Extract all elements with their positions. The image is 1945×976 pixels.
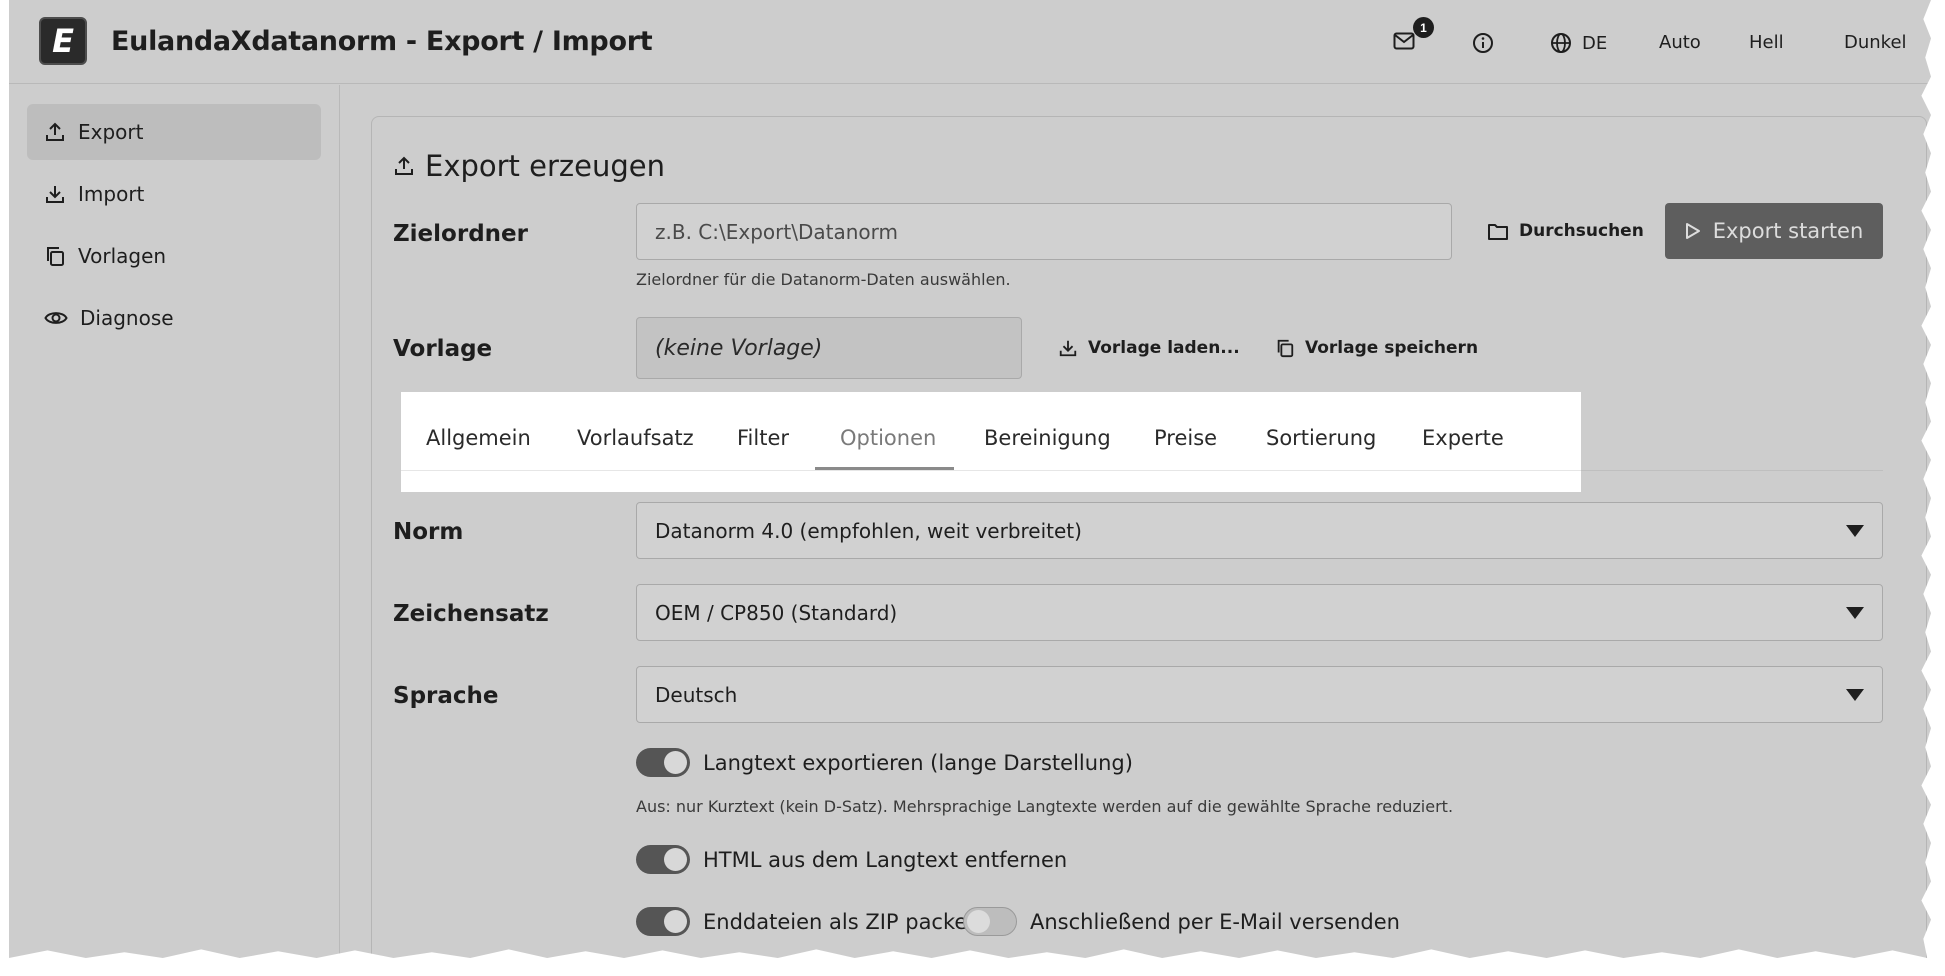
copy-icon: [47, 247, 64, 266]
longtext-toggle-label: Langtext exportieren (lange Darstellung): [703, 750, 1133, 775]
tab-expert[interactable]: Experte: [1422, 426, 1504, 450]
zip-toggle-label: Enddateien als ZIP packen: [703, 909, 981, 934]
eye-icon: [44, 312, 68, 324]
tab-filter[interactable]: Filter: [737, 426, 789, 450]
charset-value: OEM / CP850 (Standard): [655, 600, 898, 625]
template-label: Vorlage: [393, 336, 493, 362]
longtext-helper: Aus: nur Kurztext (kein D-Satz). Mehrspr…: [636, 797, 1454, 816]
section-title: Export erzeugen: [393, 149, 665, 183]
save-template-label: Vorlage speichern: [1305, 338, 1479, 358]
info-button[interactable]: [1472, 32, 1494, 54]
charset-select[interactable]: OEM / CP850 (Standard): [636, 584, 1883, 641]
mail-button[interactable]: [1393, 32, 1415, 50]
section-title-text: Export erzeugen: [425, 149, 665, 183]
upload-icon: [46, 122, 64, 141]
chevron-down-icon: [1846, 607, 1864, 619]
copy-icon: [1277, 339, 1294, 358]
start-export-button[interactable]: Export starten: [1665, 203, 1883, 259]
norm-select[interactable]: Datanorm 4.0 (empfohlen, weit verbreitet…: [636, 502, 1883, 559]
target-folder-label: Zielordner: [393, 221, 528, 247]
sidebar-item-label: Import: [78, 182, 145, 206]
app-logo: E: [39, 17, 87, 65]
language-select[interactable]: Deutsch: [636, 666, 1883, 723]
upload-icon: [395, 156, 413, 175]
sidebar-item-export[interactable]: Export: [27, 104, 321, 160]
chevron-down-icon: [1846, 525, 1864, 537]
target-folder-input[interactable]: [655, 219, 1451, 244]
folder-icon: [1488, 223, 1508, 240]
tab-bar-divider-highlight: [401, 470, 1581, 471]
target-folder-field[interactable]: [636, 203, 1452, 260]
theme-auto-button[interactable]: Auto: [1659, 32, 1701, 53]
tab-cleanup[interactable]: Bereinigung: [984, 426, 1111, 450]
language-button[interactable]: DE: [1550, 32, 1607, 54]
longtext-toggle[interactable]: [636, 748, 690, 777]
template-field[interactable]: (keine Vorlage): [636, 317, 1022, 379]
sidebar-item-label: Export: [78, 120, 144, 144]
tab-prices[interactable]: Preise: [1154, 426, 1217, 450]
sidebar-item-templates[interactable]: Vorlagen: [27, 228, 321, 284]
sidebar-item-import[interactable]: Import: [27, 166, 321, 222]
charset-label: Zeichensatz: [393, 601, 549, 627]
theme-auto-label: Auto: [1659, 32, 1701, 53]
strip-html-toggle-row: HTML aus dem Langtext entfernen: [636, 845, 1067, 874]
tab-general[interactable]: Allgemein: [426, 426, 531, 450]
info-icon: [1473, 33, 1493, 53]
browse-label: Durchsuchen: [1519, 221, 1644, 241]
email-toggle[interactable]: [963, 907, 1017, 936]
tab-options[interactable]: Optionen: [840, 426, 936, 450]
norm-label: Norm: [393, 519, 464, 545]
theme-light-button[interactable]: Hell: [1749, 32, 1784, 53]
browse-button[interactable]: Durchsuchen: [1487, 221, 1644, 241]
app-header: E EulandaXdatanorm - Export / Import 1 D…: [9, 0, 1931, 84]
template-value: (keine Vorlage): [655, 335, 823, 361]
mail-icon: [1393, 32, 1415, 50]
zip-toggle-row: Enddateien als ZIP packen: [636, 907, 981, 936]
norm-value: Datanorm 4.0 (empfohlen, weit verbreitet…: [655, 518, 1082, 543]
strip-html-toggle[interactable]: [636, 845, 690, 874]
sidebar-item-label: Vorlagen: [78, 244, 167, 268]
chevron-down-icon: [1846, 689, 1864, 701]
language-value: Deutsch: [655, 682, 738, 707]
language-label: DE: [1582, 32, 1608, 54]
globe-icon: [1551, 33, 1571, 53]
load-template-button[interactable]: Vorlage laden...: [1058, 338, 1240, 358]
app-logo-letter: E: [52, 22, 74, 60]
zip-toggle[interactable]: [636, 907, 690, 936]
longtext-toggle-row: Langtext exportieren (lange Darstellung): [636, 748, 1133, 777]
start-export-label: Export starten: [1712, 219, 1864, 243]
tab-sorting[interactable]: Sortierung: [1266, 426, 1376, 450]
email-toggle-label: Anschließend per E-Mail versenden: [1030, 909, 1400, 934]
theme-dark-button[interactable]: Dunkel: [1844, 32, 1907, 53]
strip-html-toggle-label: HTML aus dem Langtext entfernen: [703, 847, 1068, 872]
target-folder-helper: Zielordner für die Datanorm-Daten auswäh…: [636, 270, 1011, 289]
sidebar-item-diagnosis[interactable]: Diagnose: [27, 290, 321, 346]
save-template-button[interactable]: Vorlage speichern: [1275, 338, 1478, 358]
active-tab-indicator: [815, 467, 954, 470]
load-template-label: Vorlage laden...: [1088, 338, 1240, 358]
theme-light-label: Hell: [1749, 32, 1784, 53]
theme-dark-label: Dunkel: [1844, 32, 1907, 53]
sidebar: Export Import Vorlagen Diagnose: [9, 85, 340, 958]
play-icon: [1685, 223, 1700, 239]
mail-count-badge: 1: [1413, 17, 1434, 38]
language-label: Sprache: [393, 683, 499, 709]
download-icon: [46, 186, 64, 203]
download-icon: [1059, 340, 1077, 357]
app-title: EulandaXdatanorm - Export / Import: [111, 26, 653, 57]
sidebar-item-label: Diagnose: [80, 306, 174, 330]
tab-header-record[interactable]: Vorlaufsatz: [577, 426, 694, 450]
email-toggle-row: Anschließend per E-Mail versenden: [963, 907, 1400, 936]
